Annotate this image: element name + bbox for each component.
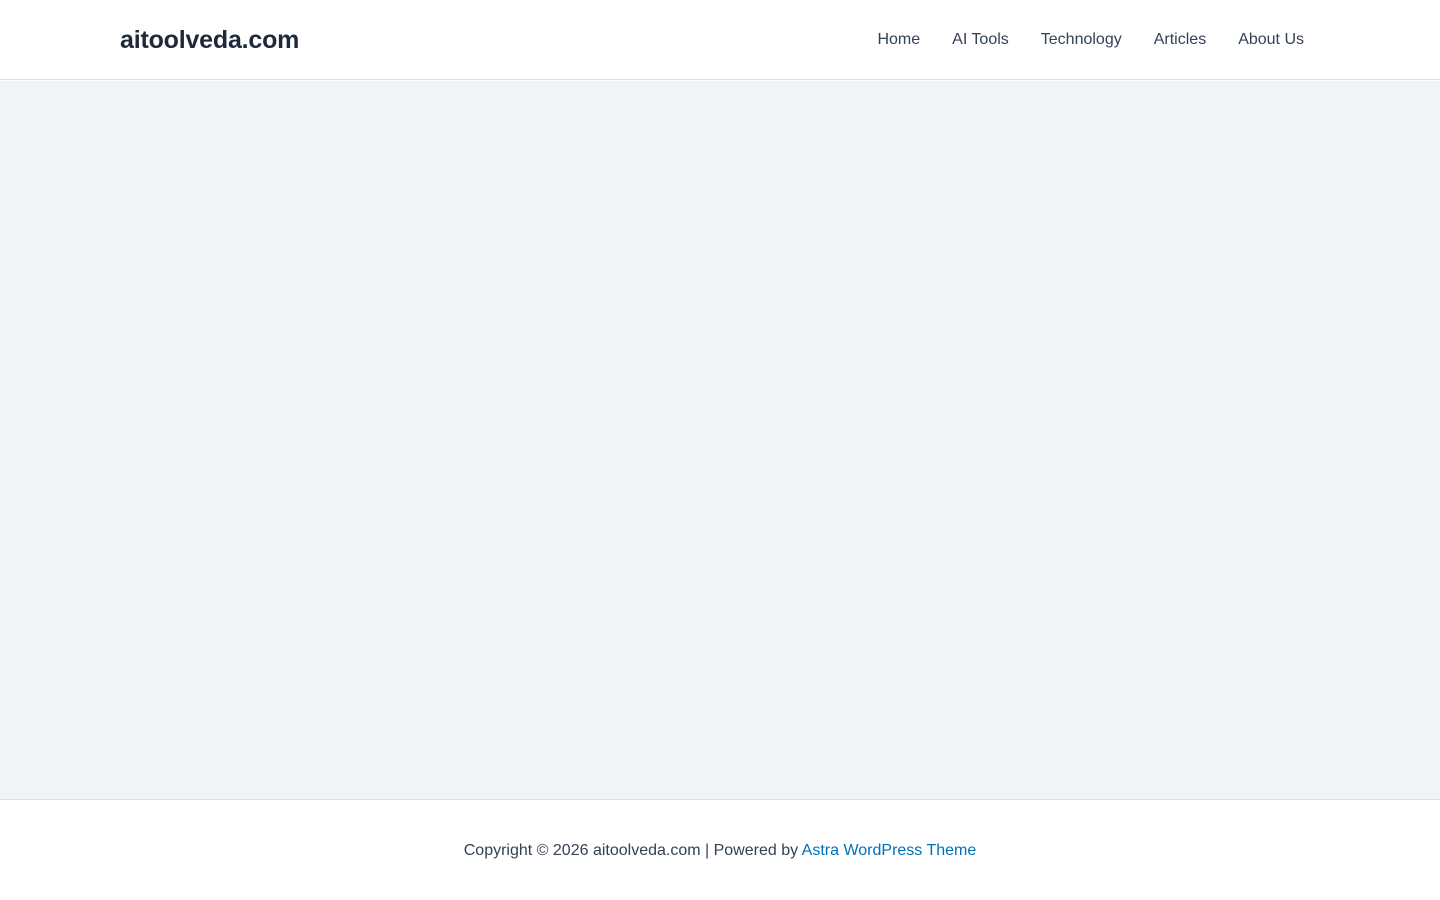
site-header: aitoolveda.com Home AI Tools Technology … bbox=[0, 0, 1440, 80]
main-content-area bbox=[0, 81, 1440, 799]
nav-item-technology[interactable]: Technology bbox=[1041, 29, 1122, 51]
site-title-link[interactable]: aitoolveda.com bbox=[120, 25, 299, 55]
nav-item-articles[interactable]: Articles bbox=[1154, 29, 1206, 51]
astra-theme-link[interactable]: Astra WordPress Theme bbox=[802, 842, 977, 859]
nav-item-about-us[interactable]: About Us bbox=[1238, 29, 1304, 51]
site-footer: Copyright © 2026 aitoolveda.com | Powere… bbox=[0, 799, 1440, 900]
main-navigation: Home AI Tools Technology Articles About … bbox=[877, 29, 1304, 51]
copyright-text: Copyright © 2026 aitoolveda.com | Powere… bbox=[463, 842, 802, 859]
nav-item-ai-tools[interactable]: AI Tools bbox=[952, 29, 1009, 51]
nav-item-home[interactable]: Home bbox=[877, 29, 920, 51]
footer-copyright: Copyright © 2026 aitoolveda.com | Powere… bbox=[0, 840, 1440, 862]
